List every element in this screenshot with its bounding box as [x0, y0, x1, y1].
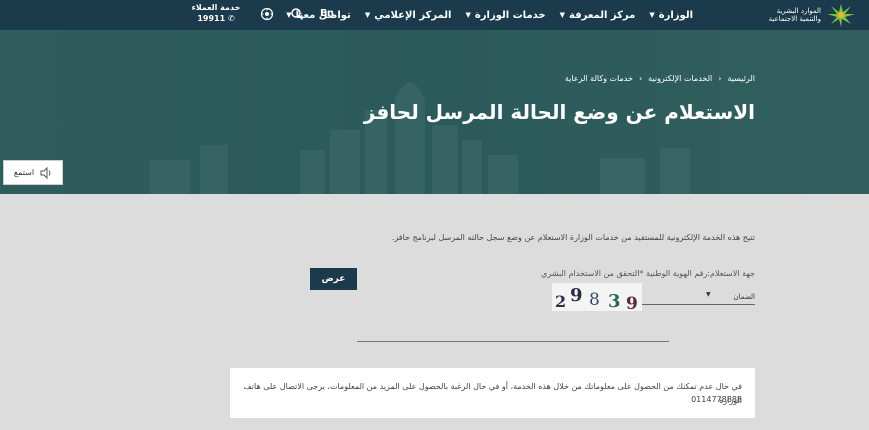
breadcrumb: الرئيسية › الخدمات الإلكترونية › خدمات و… [565, 74, 755, 83]
breadcrumb-eservices[interactable]: الخدمات الإلكترونية [648, 74, 712, 83]
customer-service-phone-row: 19911 ✆ [190, 13, 242, 24]
listen-label: استمع [13, 168, 35, 177]
page-title: الاستعلام عن وضع الحالة المرسل لحافز [363, 100, 755, 124]
search-icon[interactable] [290, 7, 304, 21]
menu-item-services[interactable]: خدمات الوزارة ▼ [465, 10, 545, 21]
notice-phone: 0114778888 [691, 395, 742, 404]
chevron-down-icon: ▼ [465, 11, 471, 19]
ministry-logo-icon [827, 4, 855, 27]
menu-label: الوزارة [658, 9, 693, 21]
chevron-down-icon: ▼ [364, 11, 371, 19]
logo-line-2: والتنمية الاجتماعية [768, 15, 821, 23]
captcha-digit: 9 [626, 294, 638, 311]
dropdown-arrow-icon: ▼ [706, 291, 711, 298]
menu-label: خدمات الوزارة [474, 9, 546, 21]
menu-item-ministry[interactable]: الوزارة ▼ [649, 10, 693, 21]
ministry-logo[interactable]: الموارد البشرية والتنمية الاجتماعية [727, 2, 857, 28]
accessibility-icon[interactable] [260, 7, 274, 21]
service-description: تتيح هذه الخدمة الإلكترونية للمستفيد من … [391, 233, 755, 242]
listen-button[interactable]: استمع [3, 160, 63, 185]
breadcrumb-current[interactable]: خدمات وكالة الرعاية [565, 74, 633, 83]
notice-text: في حال عدم تمكنك من الحصول على معلوماتك … [243, 382, 743, 405]
customer-service-label: خدمة العملاء [191, 3, 241, 12]
customer-service-phone: 19911 [197, 14, 226, 23]
chevron-down-icon: ▼ [559, 11, 566, 19]
speaker-icon [40, 166, 51, 179]
breadcrumb-home[interactable]: الرئيسية [727, 74, 755, 83]
captcha-digit: 8 [589, 290, 600, 310]
logo-line-1: الموارد البشرية [776, 7, 821, 15]
captcha-digit: 2 [555, 292, 566, 311]
main-menu: الوزارة ▼ مركز المعرفة ▼ خدمات الوزارة ▼… [286, 0, 693, 30]
chevron-left-icon: › [718, 74, 722, 83]
customer-service[interactable]: خدمة العملاء 19911 ✆ [190, 2, 242, 24]
hero-banner: الرئيسية › الخدمات الإلكترونية › خدمات و… [0, 30, 869, 194]
menu-label: المركز الإعلامي [374, 9, 452, 21]
inquiry-field-label: جهة الاستعلام:رقم الهوية الوطنية *التحقق… [541, 269, 755, 278]
chevron-left-icon: › [638, 74, 643, 83]
language-toggle[interactable]: En [320, 8, 334, 19]
top-navbar: الموارد البشرية والتنمية الاجتماعية الوز… [0, 0, 869, 30]
select-value: الضمان [733, 293, 755, 301]
menu-item-media[interactable]: المركز الإعلامي ▼ [365, 10, 452, 21]
menu-item-knowledge[interactable]: مركز المعرفة ▼ [560, 10, 636, 21]
captcha-image: 2 9 8 3 9 [552, 283, 642, 311]
logo-text: الموارد البشرية والتنمية الاجتماعية [741, 7, 821, 23]
captcha-digit: 9 [570, 285, 583, 306]
contact-notice: في حال عدم تمكنك من الحصول على معلوماتك … [230, 368, 755, 418]
captcha-digit: 3 [608, 291, 621, 311]
phone-icon: ✆ [227, 14, 235, 23]
chevron-down-icon: ▼ [649, 11, 655, 19]
submit-button[interactable]: عرض [310, 268, 357, 290]
menu-label: مركز المعرفة [569, 9, 636, 21]
inquiry-type-select[interactable]: الضمان ▼ [642, 287, 755, 305]
divider [357, 341, 669, 342]
